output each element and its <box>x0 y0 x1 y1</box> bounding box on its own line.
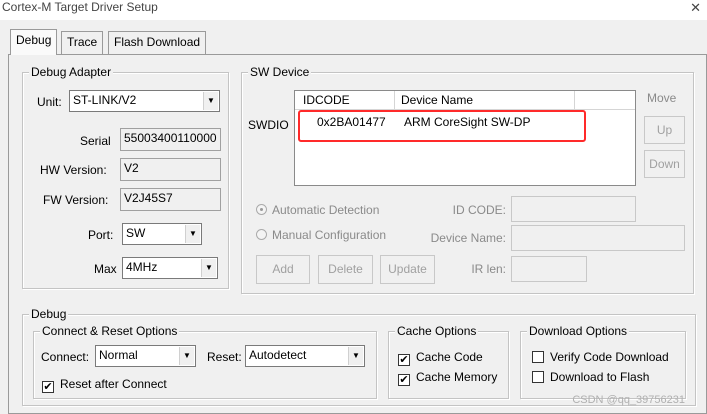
id-code-label: ID CODE: <box>452 203 506 217</box>
cache-memory-label: Cache Memory <box>416 370 498 384</box>
swdio-label: SWDIO <box>248 118 289 132</box>
column-header-idcode[interactable]: IDCODE <box>295 91 395 110</box>
manual-config-option[interactable]: Manual Configuration <box>256 228 386 242</box>
chevron-down-icon: ▼ <box>201 259 216 277</box>
debug-adapter-title: Debug Adapter <box>29 65 114 79</box>
cache-memory-checkbox[interactable]: ✔ Cache Memory <box>398 370 497 386</box>
unit-select[interactable]: ST-LINK/V2 ▼ <box>69 90 220 112</box>
connect-label: Connect: <box>41 350 90 364</box>
verify-code-download-label: Verify Code Download <box>550 350 669 364</box>
check-icon: ✔ <box>398 354 410 366</box>
id-code-field[interactable] <box>511 196 636 222</box>
cache-options-title: Cache Options <box>395 324 479 338</box>
max-clock-label: Max <box>94 262 117 276</box>
check-icon: ✔ <box>398 374 410 386</box>
title-bar: Cortex-M Target Driver Setup ✕ <box>0 0 707 20</box>
manual-config-label: Manual Configuration <box>272 228 387 242</box>
serial-label: Serial <box>80 134 111 148</box>
ir-len-field[interactable] <box>511 256 587 282</box>
tab-flash-download[interactable]: Flash Download <box>108 31 207 54</box>
unit-label: Unit: <box>37 95 62 109</box>
download-to-flash-label: Download to Flash <box>550 370 650 384</box>
radio-icon <box>256 229 267 240</box>
move-label: Move <box>647 91 677 105</box>
tab-trace[interactable]: Trace <box>61 31 104 54</box>
radio-icon <box>256 204 267 215</box>
max-clock-value: 4MHz <box>126 260 158 274</box>
checkbox-empty-icon <box>532 351 544 363</box>
fw-version-field[interactable]: V2J45S7 <box>120 188 221 211</box>
connect-value: Normal <box>99 348 138 362</box>
connect-reset-title: Connect & Reset Options <box>40 324 180 338</box>
checkbox-empty-icon <box>532 371 544 383</box>
download-options-group: Download Options <box>520 324 686 399</box>
reset-value: Autodetect <box>249 348 307 362</box>
reset-label: Reset: <box>207 350 242 364</box>
add-button[interactable]: Add <box>256 255 310 284</box>
reset-select[interactable]: Autodetect ▼ <box>245 345 365 367</box>
down-button[interactable]: Down <box>644 150 685 178</box>
check-icon: ✔ <box>42 381 54 393</box>
list-header: IDCODE Device Name <box>295 91 635 110</box>
port-label: Port: <box>88 228 114 242</box>
sw-device-title: SW Device <box>248 65 312 79</box>
cache-code-checkbox[interactable]: ✔ Cache Code <box>398 350 483 366</box>
update-button[interactable]: Update <box>380 255 435 284</box>
hw-version-label: HW Version: <box>40 163 107 177</box>
debug-title: Debug <box>29 307 69 321</box>
window-title: Cortex-M Target Driver Setup <box>2 0 158 14</box>
column-header-device-name[interactable]: Device Name <box>395 91 575 110</box>
hw-version-field[interactable]: V2 <box>120 158 221 181</box>
download-options-title: Download Options <box>527 324 630 338</box>
chevron-down-icon: ▼ <box>179 347 194 365</box>
fw-version-label: FW Version: <box>43 193 109 207</box>
chevron-down-icon: ▼ <box>203 92 218 110</box>
device-name-field[interactable] <box>511 225 685 251</box>
chevron-down-icon: ▼ <box>348 347 363 365</box>
port-select[interactable]: SW ▼ <box>122 223 202 245</box>
chevron-down-icon: ▼ <box>185 225 200 243</box>
connect-select[interactable]: Normal ▼ <box>95 345 196 367</box>
reset-after-connect-label: Reset after Connect <box>60 377 167 391</box>
auto-detect-label: Automatic Detection <box>272 203 380 217</box>
unit-value: ST-LINK/V2 <box>73 93 137 107</box>
device-name-label: Device Name: <box>430 231 506 245</box>
verify-code-download-checkbox[interactable]: Verify Code Download <box>532 350 669 364</box>
ir-len-label: IR len: <box>471 262 506 276</box>
close-icon[interactable]: ✕ <box>690 0 701 16</box>
max-clock-select[interactable]: 4MHz ▼ <box>122 257 218 279</box>
auto-detect-option[interactable]: Automatic Detection <box>256 203 379 217</box>
watermark: CSDN @qq_39756231 <box>572 394 685 406</box>
up-button[interactable]: Up <box>644 116 685 144</box>
download-to-flash-checkbox[interactable]: Download to Flash <box>532 370 649 384</box>
delete-button[interactable]: Delete <box>318 255 373 284</box>
highlight-box <box>298 110 586 142</box>
reset-after-connect-checkbox[interactable]: ✔ Reset after Connect <box>42 377 167 393</box>
port-value: SW <box>126 226 146 240</box>
serial-field[interactable]: 55003400110000 <box>120 128 221 151</box>
cache-code-label: Cache Code <box>416 350 483 364</box>
tab-debug[interactable]: Debug <box>10 29 58 55</box>
